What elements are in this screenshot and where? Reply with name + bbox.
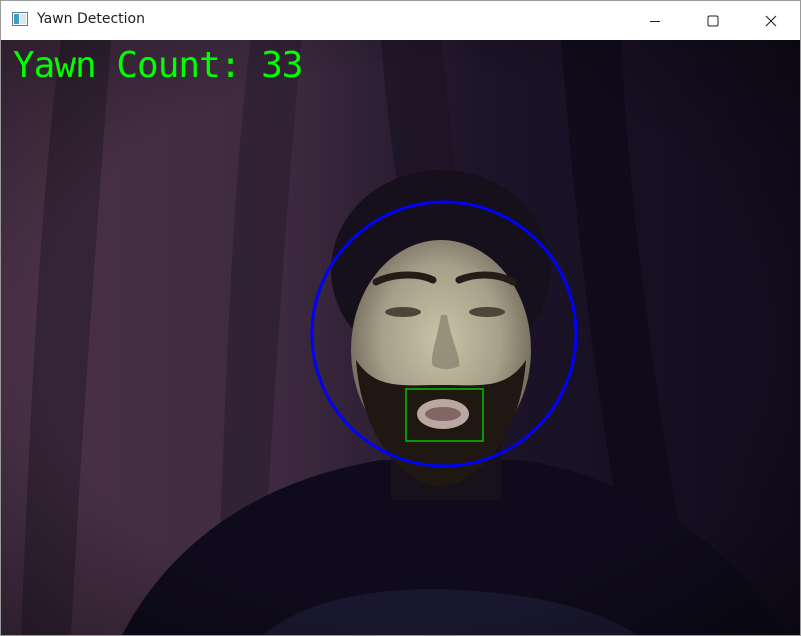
- maximize-button[interactable]: [684, 1, 742, 40]
- maximize-icon: [707, 15, 719, 26]
- close-button[interactable]: [742, 1, 800, 40]
- app-window-icon: [12, 12, 28, 26]
- title-bar[interactable]: Yawn Detection: [1, 1, 800, 40]
- webcam-scene: [1, 40, 800, 635]
- close-icon: [765, 15, 777, 26]
- yawn-count-label: Yawn Count: 33: [13, 45, 303, 86]
- webcam-video-frame: Yawn Count: 33: [1, 40, 800, 635]
- window-title: Yawn Detection: [37, 11, 145, 27]
- minimize-button[interactable]: [626, 1, 684, 40]
- yawn-detection-window: Yawn Detection Yawn Count: 33: [0, 0, 801, 636]
- minimize-icon: [650, 20, 660, 22]
